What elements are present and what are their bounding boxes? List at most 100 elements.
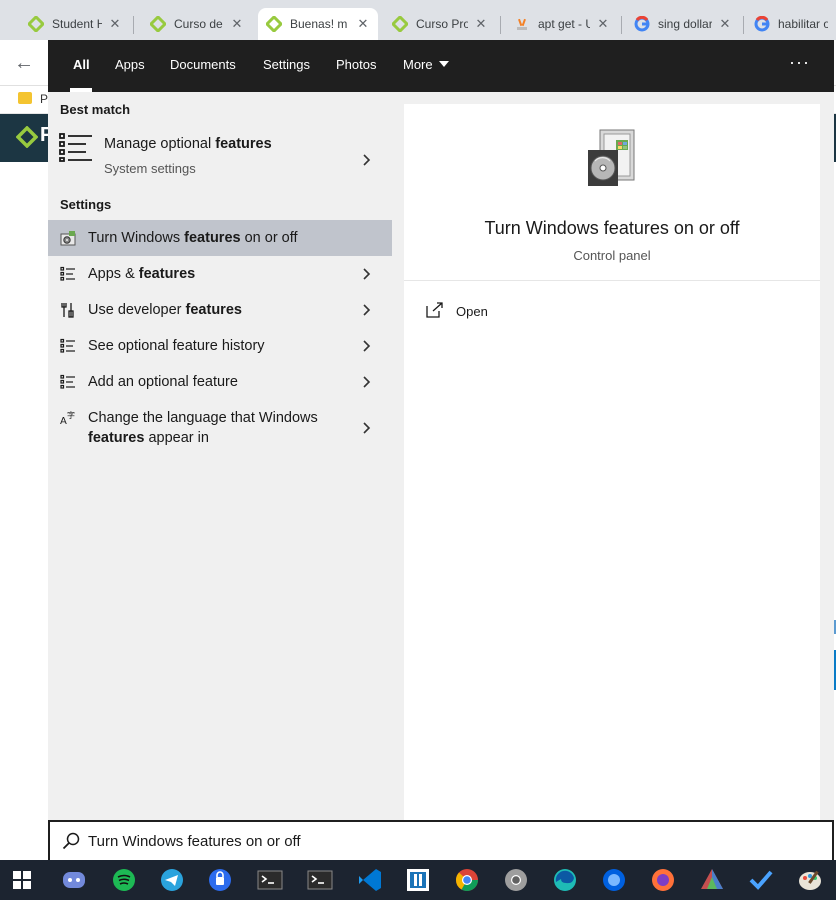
paint-icon[interactable] bbox=[796, 866, 824, 894]
open-label: Open bbox=[456, 304, 488, 319]
settings-result-feature-history[interactable]: See optional feature history bbox=[48, 328, 392, 364]
best-match-heading: Best match bbox=[60, 102, 131, 117]
caret-down-icon bbox=[438, 61, 449, 67]
developer-tools-icon bbox=[61, 303, 74, 318]
result-label-suffix: appear in bbox=[144, 430, 209, 446]
result-label: Apps & features bbox=[88, 264, 195, 284]
result-label: Turn Windows features on or off bbox=[88, 228, 298, 248]
platzi-logo-icon[interactable] bbox=[16, 126, 38, 148]
settings-result-turn-windows-features[interactable]: Turn Windows features on or off bbox=[48, 220, 392, 256]
prism-icon[interactable] bbox=[698, 866, 726, 894]
result-label: Add an optional feature bbox=[88, 374, 238, 390]
open-external-icon bbox=[426, 302, 443, 318]
taskbar bbox=[0, 860, 836, 900]
hyperv-icon[interactable] bbox=[404, 866, 432, 894]
result-label: Use developer features bbox=[88, 300, 242, 320]
result-label-prefix: Turn Windows bbox=[88, 230, 185, 246]
optional-features-list-icon bbox=[59, 133, 92, 162]
tab-all[interactable]: All bbox=[73, 57, 90, 72]
svg-text:字: 字 bbox=[67, 410, 75, 420]
tab-separator bbox=[743, 16, 744, 34]
spotify-icon[interactable] bbox=[110, 866, 138, 894]
bookmark-label[interactable]: P bbox=[40, 92, 48, 106]
terminal-icon[interactable] bbox=[306, 866, 334, 894]
settings-result-add-optional-feature[interactable]: Add an optional feature bbox=[48, 364, 392, 400]
signal-icon[interactable] bbox=[206, 866, 234, 894]
firefox-dev-icon[interactable] bbox=[600, 866, 628, 894]
tab-label: Buenas! m bbox=[290, 17, 348, 31]
discord-icon[interactable] bbox=[60, 866, 88, 894]
tab-label: Curso Prof bbox=[416, 17, 468, 31]
settings-heading: Settings bbox=[60, 197, 112, 212]
chrome-icon[interactable] bbox=[453, 866, 481, 894]
google-icon bbox=[634, 16, 650, 32]
result-label-highlight: features bbox=[138, 266, 196, 282]
search-icon bbox=[62, 832, 80, 850]
result-label: Change the language that Windows features… bbox=[88, 408, 318, 448]
result-label: See optional feature history bbox=[88, 338, 265, 354]
close-icon[interactable]: ✕ bbox=[108, 16, 122, 32]
tab-label: Curso de P bbox=[174, 17, 224, 31]
search-input[interactable] bbox=[88, 830, 788, 852]
windows-start-icon[interactable] bbox=[12, 870, 32, 890]
windows-features-icon bbox=[588, 129, 635, 186]
tab-apps[interactable]: Apps bbox=[115, 57, 145, 72]
bookmark-folder-icon[interactable] bbox=[18, 92, 32, 104]
open-button[interactable]: Open bbox=[426, 298, 566, 326]
best-match-result[interactable]: Manage optional features System settings bbox=[48, 128, 392, 190]
close-icon[interactable]: ✕ bbox=[230, 16, 244, 32]
search-filter-bar: All Apps Documents Settings Photos More … bbox=[48, 40, 834, 92]
tab-documents[interactable]: Documents bbox=[170, 57, 236, 72]
result-label-highlight: features bbox=[184, 230, 241, 246]
tab-photos[interactable]: Photos bbox=[336, 57, 376, 72]
browser-tab[interactable]: Curso de P ✕ bbox=[142, 8, 252, 40]
browser-tab[interactable]: Student He ✕ bbox=[20, 8, 130, 40]
tab-more[interactable]: More bbox=[403, 57, 449, 72]
chevron-right-icon bbox=[363, 154, 371, 166]
tab-label: sing dollar bbox=[658, 17, 712, 31]
close-icon[interactable]: ✕ bbox=[474, 16, 488, 32]
settings-result-change-language[interactable]: A字 Change the language that Windows featu… bbox=[48, 400, 392, 456]
browser-tab-strip: Student He ✕ Curso de P ✕ Buenas! m ✕ Cu… bbox=[0, 0, 836, 40]
terminal-icon[interactable] bbox=[256, 866, 284, 894]
chevron-right-icon bbox=[363, 340, 371, 352]
close-icon[interactable]: ✕ bbox=[596, 16, 610, 32]
chrome-dev-icon[interactable] bbox=[502, 866, 530, 894]
browser-tab[interactable]: Curso Prof ✕ bbox=[384, 8, 496, 40]
browser-tab[interactable]: habilitar o bbox=[746, 8, 836, 40]
close-icon[interactable]: ✕ bbox=[718, 16, 732, 32]
tab-label: apt get - U bbox=[538, 17, 590, 31]
control-panel-icon bbox=[60, 231, 76, 246]
add-list-icon bbox=[60, 374, 75, 389]
firefox-icon[interactable] bbox=[649, 866, 677, 894]
result-label-prefix: Use developer bbox=[88, 302, 186, 318]
best-match-title-highlight: features bbox=[215, 136, 272, 152]
preview-pane: Turn Windows features on or off Control … bbox=[404, 92, 834, 820]
settings-result-developer-features[interactable]: Use developer features bbox=[48, 292, 392, 328]
edge-icon[interactable] bbox=[551, 866, 579, 894]
tab-label: Student He bbox=[52, 17, 102, 31]
language-icon: A字 bbox=[60, 410, 75, 426]
result-label-suffix: on or off bbox=[240, 230, 298, 246]
todo-icon[interactable] bbox=[747, 866, 775, 894]
start-search-panel: All Apps Documents Settings Photos More … bbox=[48, 40, 834, 862]
close-icon[interactable]: ✕ bbox=[356, 16, 370, 32]
best-match-title-prefix: Manage optional bbox=[104, 136, 216, 152]
tab-more-label: More bbox=[403, 57, 433, 72]
browser-tab[interactable]: apt get - U ✕ bbox=[506, 8, 618, 40]
browser-tab-active[interactable]: Buenas! m ✕ bbox=[258, 8, 378, 40]
google-icon bbox=[754, 16, 770, 32]
platzi-icon bbox=[28, 16, 44, 32]
stackoverflow-icon bbox=[517, 18, 527, 30]
browser-tab[interactable]: sing dollar ✕ bbox=[626, 8, 740, 40]
settings-result-apps-features[interactable]: Apps & features bbox=[48, 256, 392, 292]
result-label-prefix: Change the language that Windows bbox=[88, 410, 318, 426]
vscode-icon[interactable] bbox=[356, 866, 384, 894]
telegram-icon[interactable] bbox=[158, 866, 186, 894]
back-arrow-icon[interactable]: ← bbox=[14, 52, 34, 75]
tab-settings[interactable]: Settings bbox=[263, 57, 310, 72]
results-pane: Best match Manage optional features Syst… bbox=[48, 92, 404, 820]
more-options-icon[interactable]: ··· bbox=[789, 52, 810, 73]
history-list-icon bbox=[60, 338, 75, 353]
tab-label: habilitar o bbox=[778, 17, 828, 31]
